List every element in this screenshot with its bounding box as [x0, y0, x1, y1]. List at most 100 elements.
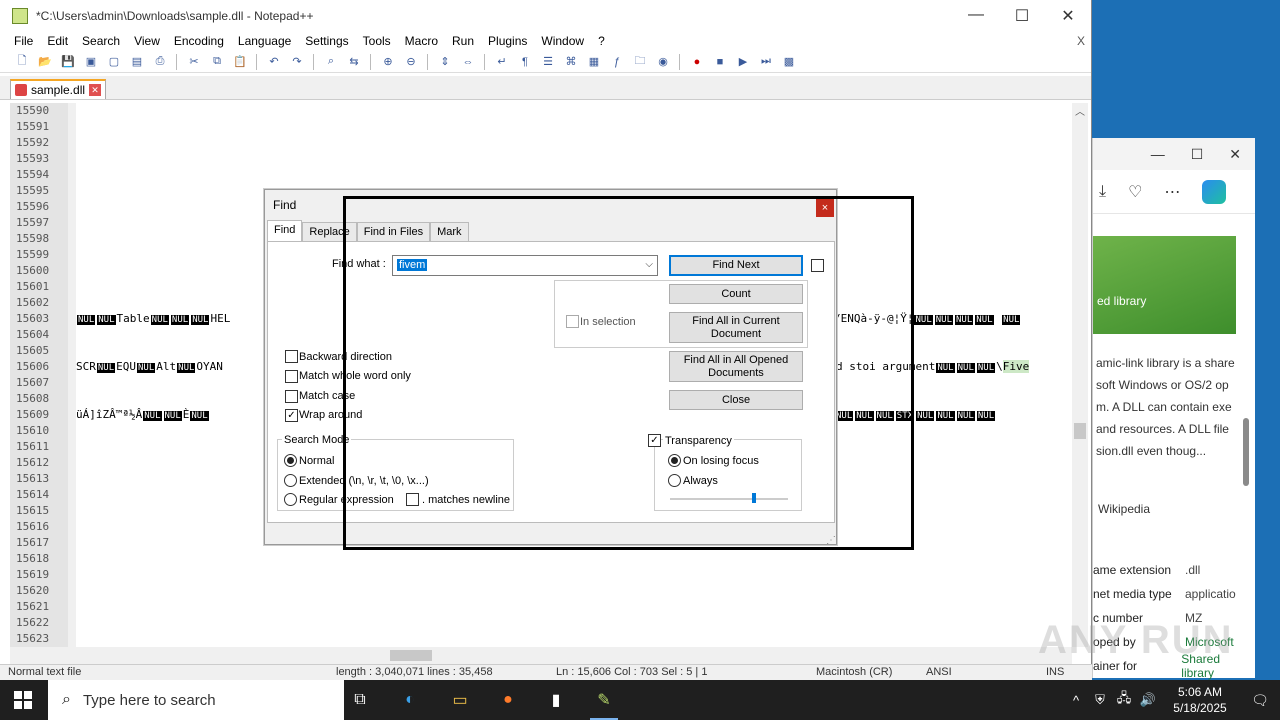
save-icon[interactable]: 💾 — [58, 53, 78, 71]
wrap-around-checkbox[interactable]: ✓ — [285, 409, 298, 422]
status-eol: Macintosh (CR) — [816, 666, 893, 678]
menu-search[interactable]: Search — [77, 34, 125, 48]
paste-icon[interactable]: 📋 — [230, 53, 250, 71]
scrollbar-thumb[interactable] — [1074, 423, 1086, 439]
menu-encoding[interactable]: Encoding — [169, 34, 229, 48]
tab-sample-dll[interactable]: sample.dll ✕ — [10, 79, 107, 99]
scrollbar-thumb[interactable] — [390, 650, 432, 661]
search-icon: ⌕ — [62, 691, 71, 708]
search-mode-regex-radio[interactable] — [284, 493, 297, 506]
stop-macro-icon[interactable]: ■ — [710, 53, 730, 71]
line-number: 15590 — [16, 104, 50, 117]
line-number: 15600 — [16, 264, 50, 277]
menu-edit[interactable]: Edit — [42, 34, 73, 48]
replace-icon[interactable]: ⇆ — [344, 53, 364, 71]
file-explorer-icon[interactable]: ▭ — [446, 686, 474, 714]
close-tab-icon[interactable]: ✕ — [89, 84, 102, 96]
chevron-up-icon[interactable]: ^ — [1064, 693, 1088, 708]
scroll-up-icon[interactable]: ︿ — [1072, 103, 1088, 119]
show-all-chars-icon[interactable]: ¶ — [515, 53, 535, 71]
record-macro-icon[interactable]: ● — [687, 53, 707, 71]
notification-icon[interactable]: 🗨 — [1240, 692, 1280, 709]
save-macro-icon[interactable]: ▩ — [779, 53, 799, 71]
search-mode-normal-radio[interactable] — [284, 454, 297, 467]
menu-file[interactable]: File — [9, 34, 38, 48]
match-whole-word-checkbox[interactable] — [285, 370, 298, 383]
status-encoding: ANSI — [926, 666, 952, 678]
indent-guide-icon[interactable]: ☰ — [538, 53, 558, 71]
menu-run[interactable]: Run — [447, 34, 479, 48]
line-number: 15591 — [16, 120, 50, 133]
menu-view[interactable]: View — [129, 34, 165, 48]
firefox-icon[interactable]: ● — [494, 686, 522, 714]
zoom-out-icon[interactable]: ⊖ — [401, 53, 421, 71]
print-icon[interactable]: ⎙ — [150, 53, 170, 71]
more-icon[interactable]: ⋯ — [1164, 182, 1180, 202]
search-match-highlight: Five — [1002, 360, 1030, 373]
find-icon[interactable]: ⌕ — [321, 53, 341, 71]
menu-settings[interactable]: Settings — [300, 34, 353, 48]
notepadpp-taskbar-icon[interactable]: ✎ — [590, 686, 618, 720]
close-document-icon[interactable]: X — [1077, 34, 1085, 48]
windows-start-icon[interactable] — [14, 691, 32, 709]
window-title: *C:\Users\admin\Downloads\sample.dll - N… — [36, 8, 314, 23]
horizontal-scrollbar[interactable] — [10, 647, 1072, 664]
redo-icon[interactable]: ↷ — [287, 53, 307, 71]
minimize-icon[interactable]: — — [953, 6, 999, 26]
undo-icon[interactable]: ↶ — [264, 53, 284, 71]
word-wrap-icon[interactable]: ↵ — [492, 53, 512, 71]
vertical-scrollbar[interactable]: ︿ — [1072, 103, 1088, 647]
wikipedia-link[interactable]: Wikipedia — [1098, 502, 1150, 516]
close-icon[interactable]: ✕ — [1229, 146, 1241, 163]
copilot-icon[interactable] — [1202, 179, 1227, 204]
maximize-icon[interactable]: ☐ — [1191, 146, 1204, 163]
sync-vertical-icon[interactable]: ⇕ — [435, 53, 455, 71]
edge-icon[interactable]: ◐ — [396, 686, 424, 714]
menu-language[interactable]: Language — [233, 34, 296, 48]
line-number: 15613 — [16, 472, 50, 485]
zoom-in-icon[interactable]: ⊕ — [378, 53, 398, 71]
clock[interactable]: 5:06 AM 5/18/2025 — [1160, 684, 1240, 716]
download-icon[interactable]: ⤓ — [1099, 183, 1106, 201]
cut-icon[interactable]: ✂ — [184, 53, 204, 71]
minimize-icon[interactable]: — — [1151, 146, 1165, 162]
network-icon[interactable]: 🖧 — [1112, 689, 1136, 711]
match-case-checkbox[interactable] — [285, 390, 298, 403]
status-file-type: Normal text file — [8, 666, 82, 678]
doc-map-icon[interactable]: ▦ — [584, 53, 604, 71]
browser-scrollbar[interactable] — [1241, 222, 1251, 642]
menu-plugins[interactable]: Plugins — [483, 34, 532, 48]
run-macro-multiple-icon[interactable]: ⏭ — [756, 53, 776, 71]
menu-tools[interactable]: Tools — [358, 34, 396, 48]
open-file-icon[interactable]: 📂 — [35, 53, 55, 71]
monitoring-icon[interactable]: ◉ — [653, 53, 673, 71]
code-line-15603: NUL NUL Table NUL NUL NUL HEL — [77, 312, 231, 325]
health-icon[interactable]: ♡ — [1128, 182, 1142, 202]
function-list-icon[interactable]: ƒ — [607, 53, 627, 71]
menu-help[interactable]: ? — [593, 34, 610, 48]
security-icon[interactable]: ⛨ — [1088, 692, 1112, 708]
folder-workspace-icon[interactable]: 🗀 — [630, 53, 650, 71]
search-mode-extended-radio[interactable] — [284, 474, 297, 487]
scrollbar-thumb[interactable] — [1243, 418, 1249, 486]
language-icon[interactable]: ⌘ — [561, 53, 581, 71]
close-file-icon[interactable]: ▢ — [104, 53, 124, 71]
task-view-icon[interactable]: ⧉ — [346, 686, 374, 714]
tab-find[interactable]: Find — [267, 220, 303, 242]
search-highlight-icon[interactable]: 🏛 — [262, 686, 326, 714]
volume-icon[interactable]: 🔊 — [1136, 692, 1160, 708]
backward-direction-checkbox[interactable] — [285, 350, 298, 363]
sync-horizontal-icon[interactable]: ⇔ — [458, 53, 478, 71]
close-all-icon[interactable]: ▤ — [127, 53, 147, 71]
terminal-icon[interactable]: ▮ — [542, 686, 570, 714]
maximize-icon[interactable]: ☐ — [999, 6, 1045, 26]
menu-window[interactable]: Window — [536, 34, 589, 48]
save-all-icon[interactable]: ▣ — [81, 53, 101, 71]
copy-icon[interactable]: ⧉ — [207, 53, 227, 71]
play-macro-icon[interactable]: ▶ — [733, 53, 753, 71]
line-number: 15623 — [16, 632, 50, 645]
window-titlebar: *C:\Users\admin\Downloads\sample.dll - N… — [0, 0, 1091, 31]
new-file-icon[interactable]: 🗋 — [12, 53, 32, 71]
close-icon[interactable]: ✕ — [1045, 6, 1091, 26]
menu-macro[interactable]: Macro — [400, 34, 443, 48]
